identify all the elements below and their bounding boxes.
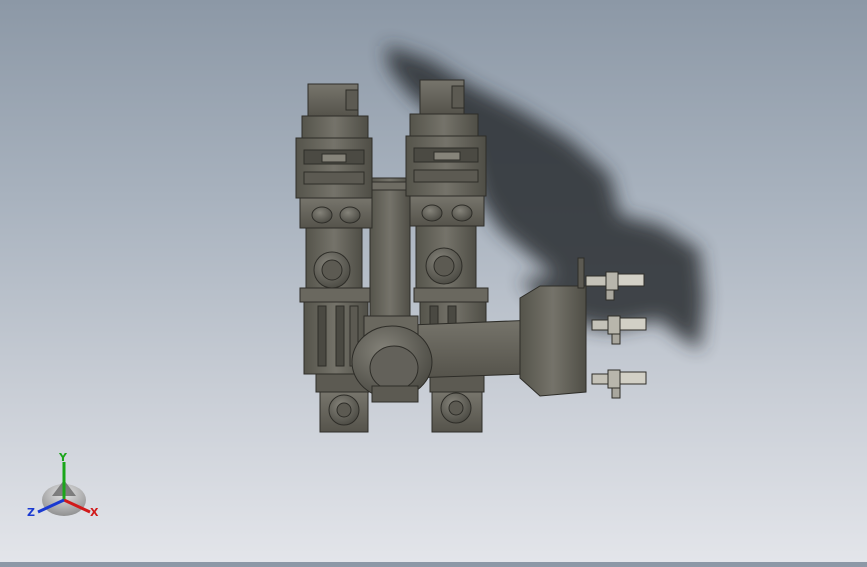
center-beam [369,177,411,319]
triad-x-label: X [90,506,99,519]
model-canvas[interactable]: Y X Z [0,0,867,562]
fitting-bottom [591,369,647,399]
cad-viewport[interactable]: Y X Z [0,0,867,562]
triad-z-label: Z [27,506,35,519]
axis-triad[interactable]: Y X Z [27,451,99,519]
triad-y-label: Y [58,451,68,464]
fitting-middle [591,315,647,345]
